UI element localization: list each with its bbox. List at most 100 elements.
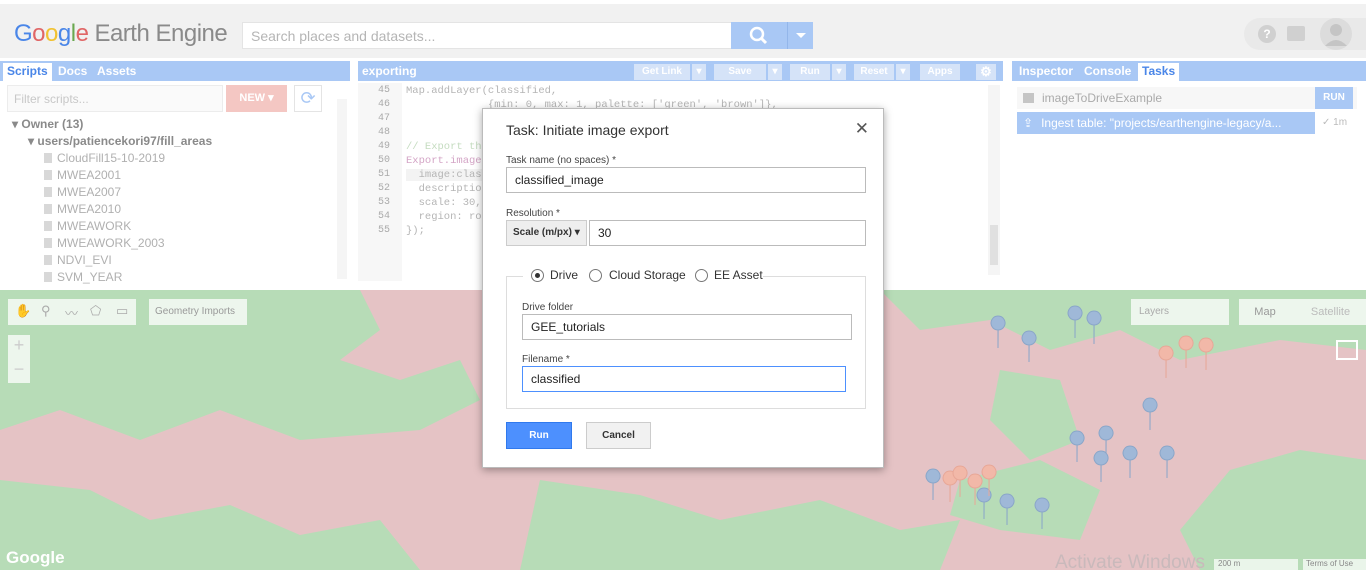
close-icon[interactable]: ✕: [855, 119, 869, 139]
refresh-icon[interactable]: ⟳: [294, 85, 322, 112]
line-number: 49: [377, 141, 390, 152]
file-label: MWEAWORK_2003: [57, 236, 165, 250]
list-item[interactable]: MWEAWORK_2003: [44, 236, 165, 253]
line-number: 52: [377, 183, 390, 194]
line-number: 47: [377, 113, 390, 124]
file-icon: [44, 238, 52, 248]
account-avatar[interactable]: [1320, 18, 1352, 50]
folder-label: users/patiencekori97/fill_areas: [37, 134, 213, 148]
get-link-dropdown[interactable]: ▾: [692, 64, 706, 80]
drive-folder-label: Drive folder: [522, 302, 574, 313]
file-label: SVM_YEAR: [57, 270, 123, 284]
right-tabbar: Inspector Console Tasks: [1012, 61, 1366, 81]
save-button[interactable]: Save: [714, 64, 766, 80]
search-dropdown-button[interactable]: [787, 22, 813, 49]
file-icon: [44, 221, 52, 231]
radio-ee-asset-label[interactable]: EE Asset: [714, 268, 763, 282]
code-line: scale: 30,: [406, 197, 482, 209]
run-script-button[interactable]: Run: [790, 64, 830, 80]
search-button[interactable]: [731, 22, 787, 49]
list-item[interactable]: SVM_YEAR: [44, 270, 122, 287]
task-name: imageToDriveExample: [1042, 91, 1163, 105]
resolution-label: Resolution *: [506, 208, 560, 219]
reset-button[interactable]: Reset: [854, 64, 894, 80]
filename-input[interactable]: classified: [522, 366, 846, 392]
reset-dropdown[interactable]: ▾: [896, 64, 910, 80]
task-row[interactable]: ⇪ Ingest table: "projects/earthengine-leg…: [1017, 112, 1315, 134]
terms-link[interactable]: Terms of Use: [1303, 559, 1366, 570]
export-dialog: Task: Initiate image export ✕ Task name …: [482, 108, 884, 468]
tab-scripts[interactable]: Scripts: [3, 63, 52, 81]
radio-cloud-storage[interactable]: [589, 269, 602, 282]
run-dropdown[interactable]: ▾: [832, 64, 846, 80]
new-button[interactable]: NEW ▾: [226, 85, 287, 112]
get-link-button[interactable]: Get Link: [634, 64, 690, 80]
tab-console[interactable]: Console: [1080, 63, 1135, 81]
scale-label: 200 m: [1218, 559, 1241, 568]
task-name: Ingest table: "projects/earthengine-lega…: [1041, 116, 1282, 130]
file-label: MWEAWORK: [57, 219, 132, 233]
line-number: 45: [377, 85, 390, 96]
cancel-button[interactable]: Cancel: [586, 422, 651, 449]
image-icon: [1023, 93, 1034, 103]
logo-product-name: Earth Engine: [94, 20, 228, 47]
blue-markers: [925, 305, 1175, 530]
dialog-title: Task: Initiate image export: [506, 122, 669, 138]
run-button[interactable]: Run: [506, 422, 572, 449]
scale-input[interactable]: 30: [589, 220, 866, 246]
file-icon: [44, 153, 52, 163]
radio-cloud-storage-label[interactable]: Cloud Storage: [609, 268, 686, 282]
radio-drive[interactable]: [531, 269, 544, 282]
tab-assets[interactable]: Assets: [93, 63, 140, 81]
feedback-icon[interactable]: [1287, 26, 1305, 41]
task-row[interactable]: imageToDriveExample RUN: [1017, 87, 1357, 109]
file-icon: [44, 204, 52, 214]
task-run-button[interactable]: RUN: [1315, 87, 1353, 109]
file-icon: [44, 255, 52, 265]
list-item[interactable]: MWEAWORK: [44, 219, 131, 236]
user-icon: [1325, 24, 1347, 46]
file-icon: [44, 187, 52, 197]
list-item[interactable]: MWEA2007: [44, 185, 121, 202]
list-item[interactable]: MWEA2001: [44, 168, 121, 185]
list-item[interactable]: MWEA2010: [44, 202, 121, 219]
line-number: 46: [377, 99, 390, 110]
list-item[interactable]: NDVI_EVI: [44, 253, 112, 270]
drive-folder-input[interactable]: GEE_tutorials: [522, 314, 852, 340]
task-name-input[interactable]: classified_image: [506, 167, 866, 193]
radio-ee-asset[interactable]: [695, 269, 708, 282]
code-line: // Export th: [406, 141, 482, 153]
code-line: });: [406, 225, 425, 237]
chevron-down-icon: [796, 33, 806, 38]
scrollbar-thumb[interactable]: [990, 225, 998, 265]
filter-scripts-input[interactable]: Filter scripts...: [7, 85, 223, 112]
line-number: 55: [377, 225, 390, 236]
file-label: MWEA2001: [57, 168, 122, 182]
file-label: NDVI_EVI: [57, 253, 112, 267]
app-logo[interactable]: Google Earth Engine: [14, 20, 228, 48]
owner-label: Owner (13): [21, 117, 84, 131]
search-input[interactable]: Search places and datasets...: [242, 22, 732, 49]
scrollbar[interactable]: [988, 85, 1000, 275]
scrollbar[interactable]: [337, 99, 347, 279]
radio-drive-label[interactable]: Drive: [550, 268, 578, 282]
code-line: Map.addLayer(classified,: [406, 85, 558, 97]
scale-bar: 200 m: [1214, 559, 1298, 570]
filename-label: Filename *: [522, 354, 570, 365]
apps-button[interactable]: Apps: [920, 64, 960, 80]
scale-select[interactable]: Scale (m/px) ▾: [506, 220, 587, 246]
list-item[interactable]: CloudFill15-10-2019: [44, 151, 165, 168]
tab-tasks[interactable]: Tasks: [1138, 63, 1180, 81]
save-dropdown[interactable]: ▾: [768, 64, 782, 80]
file-label: CloudFill15-10-2019: [57, 151, 166, 165]
tree-owner[interactable]: ▾ Owner (13): [12, 117, 83, 134]
tab-inspector[interactable]: Inspector: [1015, 63, 1077, 81]
scale-option: Scale (m/px): [513, 227, 572, 238]
code-line: region: ro: [406, 211, 482, 223]
tree-folder[interactable]: ▾ users/patiencekori97/fill_areas: [28, 134, 212, 151]
help-icon[interactable]: ?: [1258, 25, 1276, 43]
gear-icon[interactable]: ⚙: [976, 64, 996, 80]
tab-docs[interactable]: Docs: [54, 63, 91, 81]
line-number: 51: [377, 169, 390, 180]
tasks-panel: Inspector Console Tasks imageToDriveExam…: [1012, 61, 1366, 284]
